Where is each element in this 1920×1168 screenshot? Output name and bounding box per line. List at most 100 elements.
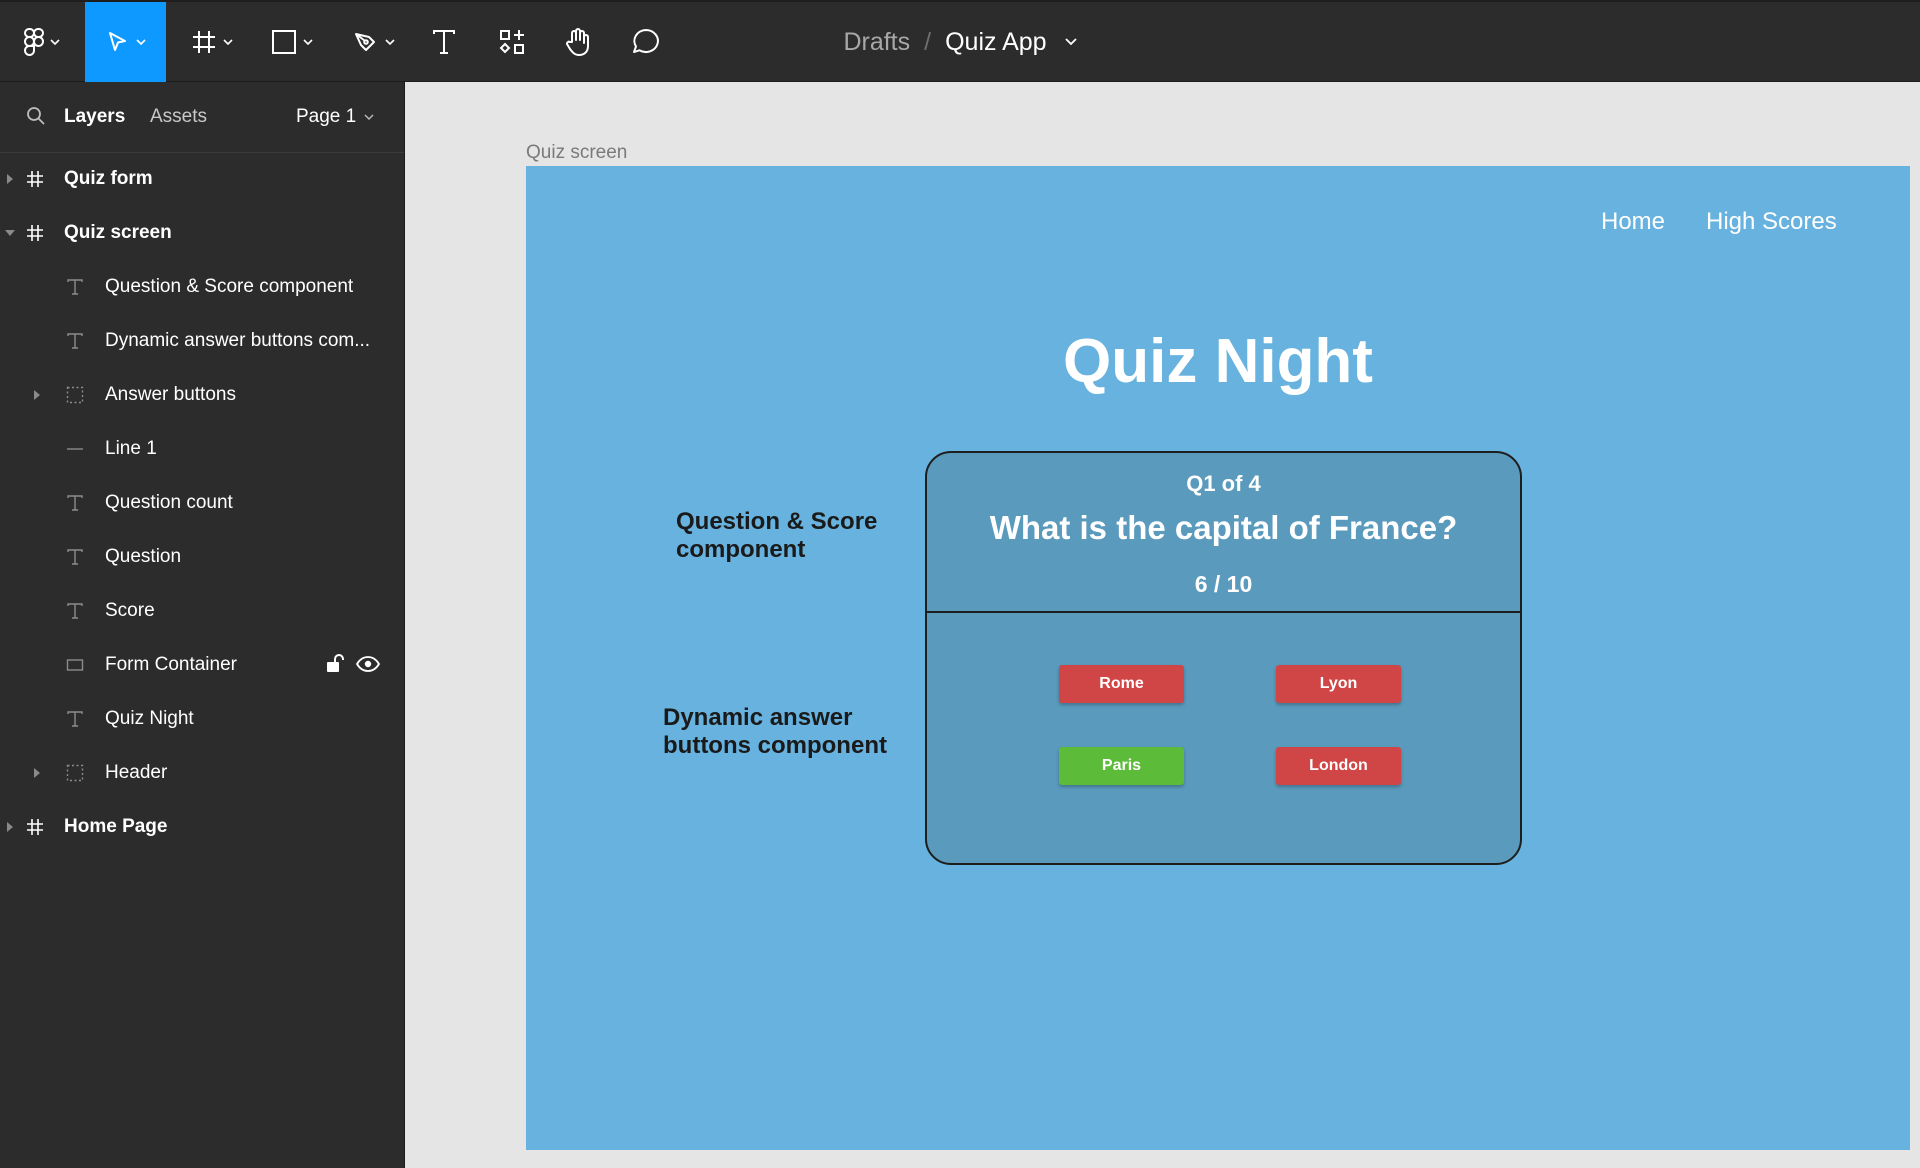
- pen-tool-button[interactable]: [346, 2, 402, 82]
- text-icon: [66, 278, 84, 296]
- answer-button-rome[interactable]: Rome: [1059, 665, 1184, 703]
- resources-tool-button[interactable]: [494, 2, 530, 82]
- layer-line-1[interactable]: Line 1: [0, 422, 405, 476]
- layer-label: Score: [105, 600, 155, 621]
- frame-hash-icon: [26, 170, 44, 188]
- collapse-caret-icon[interactable]: [5, 230, 15, 236]
- figma-logo-icon: [24, 28, 44, 56]
- nav-home-link[interactable]: Home: [1601, 208, 1665, 236]
- nav-high-scores-link[interactable]: High Scores: [1706, 208, 1837, 236]
- layer-label: Quiz form: [64, 168, 153, 189]
- layer-label: Form Container: [105, 654, 237, 675]
- layer-label: Answer buttons: [105, 384, 236, 405]
- file-name[interactable]: Quiz App: [945, 28, 1046, 57]
- eye-icon[interactable]: [355, 655, 381, 679]
- hand-icon: [566, 28, 589, 56]
- layer-quiz-screen[interactable]: Quiz screen: [0, 206, 405, 260]
- answer-button-london[interactable]: London: [1276, 747, 1401, 785]
- comment-tool-button[interactable]: [628, 2, 664, 82]
- quiz-title[interactable]: Quiz Night: [526, 326, 1910, 397]
- cursor-arrow-icon: [108, 32, 126, 51]
- layer-header[interactable]: Header: [0, 746, 405, 800]
- chevron-down-icon[interactable]: [1064, 38, 1077, 46]
- text-icon: [433, 30, 455, 54]
- group-icon: [66, 386, 84, 404]
- main-menu-button[interactable]: [14, 2, 70, 82]
- search-icon[interactable]: [26, 106, 46, 126]
- chevron-down-icon: [303, 39, 313, 45]
- layer-label: Home Page: [64, 816, 168, 837]
- text-icon: [66, 602, 84, 620]
- layer-quiz-form[interactable]: Quiz form: [0, 152, 405, 206]
- layer-label: Question: [105, 546, 182, 567]
- quiz-screen-frame[interactable]: Home High Scores Quiz Night Question & S…: [526, 166, 1910, 1150]
- annotation-line: Question & Score: [676, 508, 878, 535]
- layer-label: Header: [105, 762, 168, 783]
- hand-tool-button[interactable]: [560, 2, 596, 82]
- layer-score[interactable]: Score: [0, 584, 405, 638]
- tab-assets[interactable]: Assets: [150, 106, 207, 128]
- text-icon: [66, 494, 84, 512]
- comment-bubble-icon: [633, 29, 659, 53]
- annotation-line: Dynamic answer: [663, 704, 853, 731]
- layer-dynamic-answer-buttons[interactable]: Dynamic answer buttons com...: [0, 314, 405, 368]
- tab-layers[interactable]: Layers: [64, 106, 125, 128]
- answer-button-paris[interactable]: Paris: [1059, 747, 1184, 785]
- toolbar: Drafts / Quiz App: [0, 0, 1920, 82]
- frame-label[interactable]: Quiz screen: [526, 142, 627, 164]
- question-count[interactable]: Q1 of 4: [927, 471, 1520, 497]
- breadcrumb-drafts[interactable]: Drafts: [843, 28, 910, 57]
- annotation-line: buttons component: [663, 732, 887, 759]
- panel-header: Layers Assets Page 1: [0, 82, 404, 153]
- expand-caret-icon[interactable]: [7, 174, 13, 184]
- frame-hash-icon: [193, 31, 215, 53]
- score-text[interactable]: 6 / 10: [927, 571, 1520, 598]
- frame-hash-icon: [26, 224, 44, 242]
- components-icon: [499, 30, 524, 54]
- chevron-down-icon: [50, 39, 60, 45]
- expand-caret-icon[interactable]: [34, 390, 40, 400]
- layer-home-page[interactable]: Home Page: [0, 800, 405, 854]
- move-tool-button[interactable]: [85, 2, 166, 82]
- text-tool-button[interactable]: [424, 2, 464, 82]
- shape-tool-button[interactable]: [264, 2, 320, 82]
- expand-caret-icon[interactable]: [7, 822, 13, 832]
- text-icon: [66, 710, 84, 728]
- layer-quiz-night[interactable]: Quiz Night: [0, 692, 405, 746]
- question-text[interactable]: What is the capital of France?: [927, 509, 1520, 547]
- layer-label: Question count: [105, 492, 233, 513]
- layer-question-count[interactable]: Question count: [0, 476, 405, 530]
- annotation-question-score[interactable]: Question & Score component: [676, 508, 877, 564]
- expand-caret-icon[interactable]: [34, 768, 40, 778]
- answer-button-lyon[interactable]: Lyon: [1276, 665, 1401, 703]
- layer-form-container[interactable]: Form Container: [0, 638, 405, 692]
- frame-tool-button[interactable]: [184, 2, 240, 82]
- page-select[interactable]: Page 1: [296, 106, 374, 128]
- annotation-dynamic-buttons[interactable]: Dynamic answer buttons component: [663, 704, 887, 760]
- layer-label: Question & Score component: [105, 276, 354, 297]
- group-icon: [66, 764, 84, 782]
- page-select-label: Page 1: [296, 106, 357, 127]
- pen-icon: [355, 33, 375, 51]
- unlock-icon[interactable]: [326, 654, 344, 680]
- form-container[interactable]: Q1 of 4 What is the capital of France? 6…: [925, 451, 1522, 865]
- text-icon: [66, 332, 84, 350]
- layers-panel: Layers Assets Page 1 Quiz form Quiz scre…: [0, 82, 405, 1168]
- divider-line[interactable]: [927, 611, 1520, 613]
- layer-answer-buttons[interactable]: Answer buttons: [0, 368, 405, 422]
- chevron-down-icon: [135, 39, 146, 45]
- layer-label: Line 1: [105, 438, 157, 459]
- rectangle-icon: [272, 30, 296, 54]
- layer-label: Quiz Night: [105, 708, 194, 729]
- breadcrumb-separator: /: [924, 27, 932, 56]
- layer-label: Dynamic answer buttons com...: [105, 330, 371, 351]
- annotation-line: component: [676, 536, 806, 563]
- text-icon: [66, 548, 84, 566]
- chevron-down-icon: [385, 39, 395, 45]
- layer-question-score-component[interactable]: Question & Score component: [0, 260, 405, 314]
- layer-label: Quiz screen: [64, 222, 172, 243]
- rectangle-icon: [66, 656, 84, 674]
- layer-question[interactable]: Question: [0, 530, 405, 584]
- chevron-down-icon: [223, 39, 233, 45]
- line-icon: [66, 440, 84, 458]
